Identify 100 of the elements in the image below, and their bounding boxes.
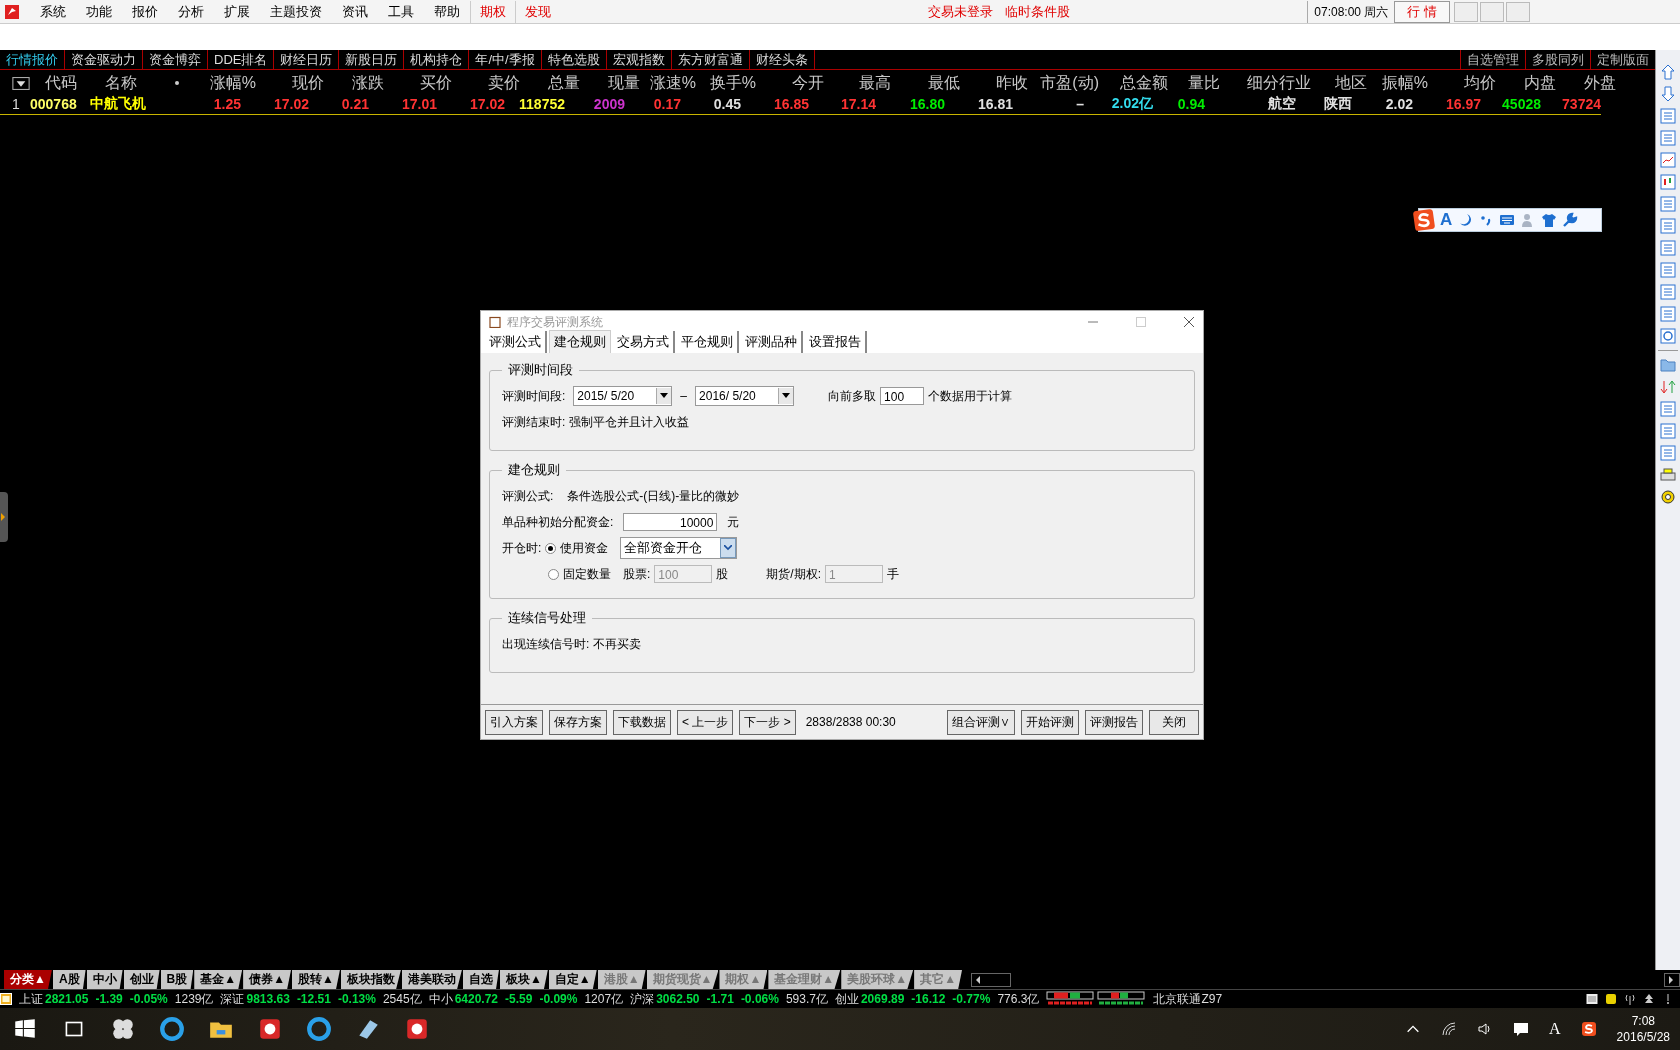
side-panel-handle[interactable]: [0, 492, 8, 542]
menu-item[interactable]: 帮助: [424, 2, 470, 21]
column-header[interactable]: 最低: [891, 72, 960, 94]
app-icon[interactable]: [404, 1016, 430, 1042]
menu-item[interactable]: 工具: [378, 2, 424, 21]
column-header[interactable]: 地区: [1311, 72, 1367, 94]
quote-tab[interactable]: 特色选股: [541, 50, 607, 69]
wifi-icon[interactable]: [1441, 1021, 1458, 1037]
quote-tab[interactable]: DDE排名: [208, 50, 275, 69]
quote-tab[interactable]: 宏观指数: [606, 50, 672, 69]
status-link[interactable]: 临时条件股: [1004, 2, 1070, 21]
category-tab[interactable]: 债券▲: [243, 970, 291, 989]
left-arrow-icon[interactable]: [975, 975, 982, 984]
radio-option[interactable]: 固定数量: [548, 565, 611, 583]
column-header[interactable]: 外盘: [1556, 72, 1616, 94]
menu-item[interactable]: 期权: [470, 0, 515, 23]
column-header[interactable]: 涨速%: [640, 72, 696, 94]
dropdown-icon[interactable]: [12, 76, 30, 90]
circle-icon[interactable]: [1660, 328, 1676, 344]
scroll-left-button[interactable]: [971, 972, 1012, 987]
quote-tab[interactable]: 财经日历: [274, 50, 340, 69]
category-tab[interactable]: 板块▲: [499, 970, 548, 989]
column-header[interactable]: 总量: [520, 72, 580, 94]
lookback-field[interactable]: 100: [880, 387, 925, 405]
menu-item[interactable]: 主题投资: [260, 2, 332, 21]
signal-tower-icon[interactable]: [1624, 993, 1636, 1005]
column-header[interactable]: 最高: [824, 72, 891, 94]
dialog-tab[interactable]: 评测品种: [741, 331, 803, 353]
column-header[interactable]: 市盈(动): [1028, 72, 1099, 94]
column-header[interactable]: 涨幅%: [190, 72, 256, 94]
panel-tab[interactable]: 多股同列: [1525, 50, 1590, 69]
category-tab[interactable]: 基金▲: [194, 970, 243, 989]
column-header[interactable]: 量比: [1168, 72, 1220, 94]
dialog-tab[interactable]: 平仓规则: [677, 331, 739, 353]
up-arrow-icon[interactable]: [1660, 64, 1676, 80]
message-icon[interactable]: [1513, 1021, 1530, 1037]
column-header[interactable]: 买价: [384, 72, 452, 94]
menu-item[interactable]: 资讯: [332, 2, 378, 21]
fund-mode-dropdown[interactable]: 全部资金开仓: [620, 537, 738, 559]
date-picker[interactable]: 2016/ 5/20: [695, 386, 795, 406]
caret-icon[interactable]: [660, 393, 669, 399]
ime-mode-toggle[interactable]: A: [1440, 210, 1453, 230]
up-down-arrow-icon[interactable]: [1660, 379, 1676, 395]
menu-item[interactable]: 报价: [122, 2, 168, 21]
category-tab[interactable]: B股: [160, 970, 194, 989]
menu-item[interactable]: 系统: [30, 2, 76, 21]
dialog-button[interactable]: 下载数据: [613, 709, 671, 735]
column-header[interactable]: 换手%: [696, 72, 756, 94]
quote-tab[interactable]: 行情报价: [0, 50, 65, 69]
column-header[interactable]: 涨跌: [324, 72, 384, 94]
browser-icon[interactable]: [306, 1016, 332, 1042]
dialog-button[interactable]: 保存方案: [549, 709, 607, 735]
clock-time[interactable]: 7:08: [1631, 1014, 1655, 1028]
ime-logo-icon[interactable]: [1413, 209, 1435, 231]
coin-icon[interactable]: [1605, 993, 1617, 1005]
quote-tab[interactable]: 年/中/季报: [469, 50, 542, 69]
down-arrow-icon[interactable]: [1660, 86, 1676, 102]
dialog-button[interactable]: 关闭: [1149, 709, 1199, 735]
category-tab[interactable]: 股转▲: [292, 970, 340, 989]
capital-field[interactable]: 10000: [623, 513, 718, 531]
category-tab[interactable]: 分类▲: [4, 970, 52, 989]
close-button[interactable]: [1183, 316, 1195, 328]
browser-icon[interactable]: [159, 1016, 185, 1042]
app-icon[interactable]: [257, 1016, 283, 1042]
line-chart-icon[interactable]: [1660, 152, 1676, 168]
column-header[interactable]: 现价: [256, 72, 324, 94]
app-logo-icon[interactable]: [4, 3, 20, 20]
scroll-right-button[interactable]: [1664, 972, 1680, 987]
ime-logo-icon[interactable]: [1580, 1021, 1597, 1037]
menu-item[interactable]: 分析: [168, 2, 214, 21]
clock-date[interactable]: 2016/5/28: [1616, 1030, 1670, 1044]
column-header[interactable]: 均价: [1428, 72, 1496, 94]
column-header[interactable]: 振幅%: [1367, 72, 1428, 94]
dialog-tab[interactable]: 建仓规则: [549, 330, 611, 353]
pinwheel-icon[interactable]: [110, 1016, 136, 1042]
dialog-tab[interactable]: 交易方式: [613, 331, 675, 353]
dialog-tab[interactable]: 评测公式: [485, 331, 547, 353]
gear-icon[interactable]: [1660, 489, 1676, 505]
category-tab[interactable]: 自定▲: [548, 970, 597, 989]
dialog-button[interactable]: 开始评测: [1021, 709, 1079, 735]
shirt-icon[interactable]: [1541, 212, 1558, 228]
wrench-icon[interactable]: [1562, 212, 1579, 228]
quote-tab[interactable]: 机构持仓: [404, 50, 470, 69]
date-picker[interactable]: 2015/ 5/20: [573, 386, 673, 406]
column-header[interactable]: 总金额: [1099, 72, 1168, 94]
menu-item[interactable]: 发现: [515, 0, 560, 23]
column-header[interactable]: 细分行业: [1220, 72, 1311, 94]
category-tab[interactable]: 自选: [462, 970, 499, 989]
panel-tab[interactable]: 自选管理: [1460, 50, 1525, 69]
dialog-button[interactable]: 引入方案: [485, 709, 543, 735]
status-link[interactable]: 交易未登录: [927, 2, 993, 21]
candlestick-icon[interactable]: [1660, 174, 1676, 190]
column-header[interactable]: 名称: [105, 72, 175, 94]
keyboard-icon[interactable]: [1499, 212, 1516, 228]
category-tab[interactable]: A股: [52, 970, 86, 989]
column-header[interactable]: 代码: [45, 72, 105, 94]
dialog-button[interactable]: 评测报告: [1085, 709, 1143, 735]
dialog-tab[interactable]: 设置报告: [805, 331, 867, 353]
column-header[interactable]: 卖价: [452, 72, 520, 94]
list-icon[interactable]: [1586, 993, 1598, 1005]
